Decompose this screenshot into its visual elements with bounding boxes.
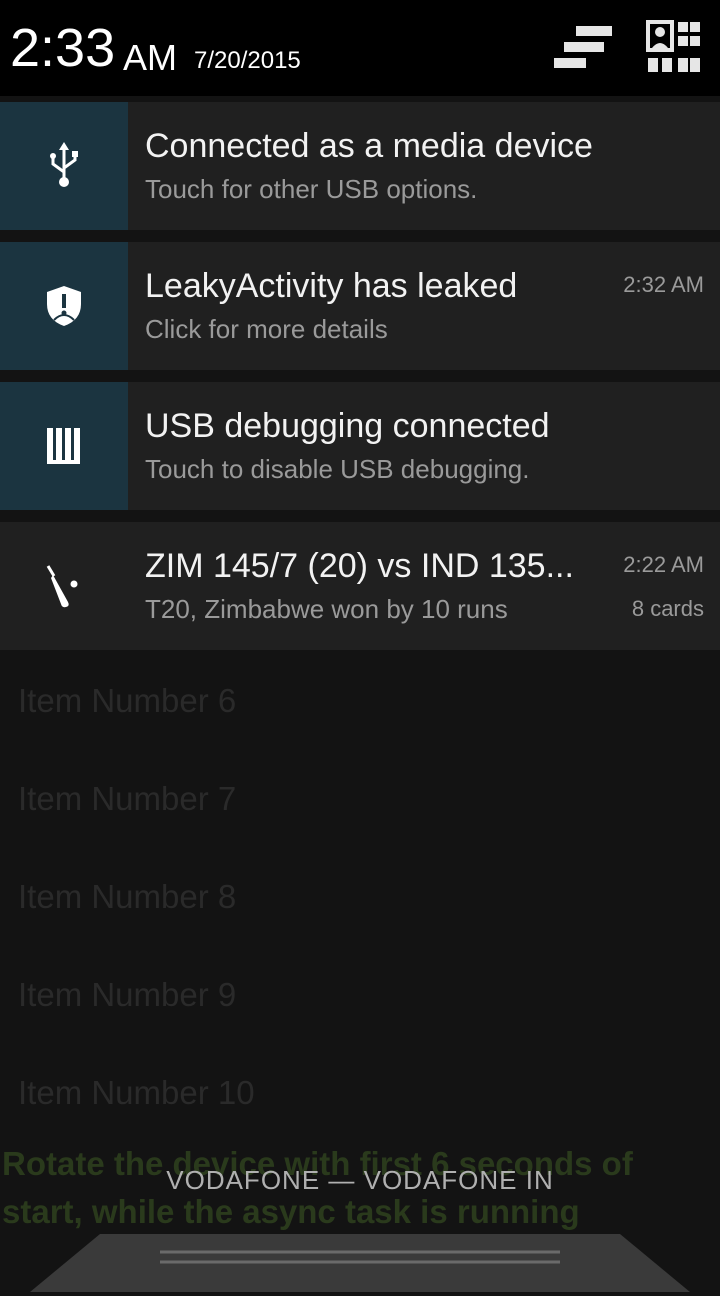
clock-ampm: AM: [123, 37, 177, 78]
background-list-item: Item Number 7: [18, 780, 237, 817]
notification-title: ZIM 145/7 (20) vs IND 135...: [145, 547, 574, 585]
background-list-item: Item Number 8: [18, 878, 237, 915]
carrier-label: VODAFONE — VODAFONE IN: [166, 1165, 554, 1195]
notification-time: 2:22 AM: [623, 552, 704, 577]
quick-settings-user-icon[interactable]: [646, 20, 710, 76]
notification-subtitle: T20, Zimbabwe won by 10 runs: [145, 594, 508, 624]
usb-icon: [0, 102, 128, 230]
notification-title: LeakyActivity has leaked: [145, 267, 518, 305]
background-list-item: Item Number 6: [18, 682, 237, 719]
notification-leaky-activity[interactable]: LeakyActivity has leaked Click for more …: [0, 242, 720, 370]
notification-subtitle: Click for more details: [145, 314, 388, 344]
shade-drag-handle[interactable]: [30, 1232, 690, 1292]
notification-title: Connected as a media device: [145, 127, 593, 165]
settings-toggle-icon[interactable]: [552, 20, 616, 76]
notification-time: 2:32 AM: [623, 272, 704, 297]
notification-shade-header: 2:33 AM 7/20/2015: [0, 0, 720, 96]
clock-time: 2:33: [10, 18, 116, 78]
notification-cricket-score[interactable]: ZIM 145/7 (20) vs IND 135... T20, Zimbab…: [0, 522, 720, 650]
background-list-item: Item Number 10: [18, 1074, 255, 1111]
date[interactable]: 7/20/2015: [194, 46, 301, 76]
leak-shield-icon: [0, 242, 128, 370]
background-list-item: Item Number 9: [18, 976, 237, 1013]
notification-subtitle: Touch for other USB options.: [145, 174, 478, 204]
usb-debugging-icon: [0, 382, 128, 510]
notification-card-count: 8 cards: [631, 596, 704, 621]
notification-usb-debugging[interactable]: USB debugging connected Touch to disable…: [0, 382, 720, 510]
cricket-bat-icon: [0, 522, 128, 650]
notification-title: USB debugging connected: [145, 407, 550, 445]
notification-usb-media[interactable]: Connected as a media device Touch for ot…: [0, 102, 720, 230]
notification-subtitle: Touch to disable USB debugging.: [145, 454, 530, 484]
